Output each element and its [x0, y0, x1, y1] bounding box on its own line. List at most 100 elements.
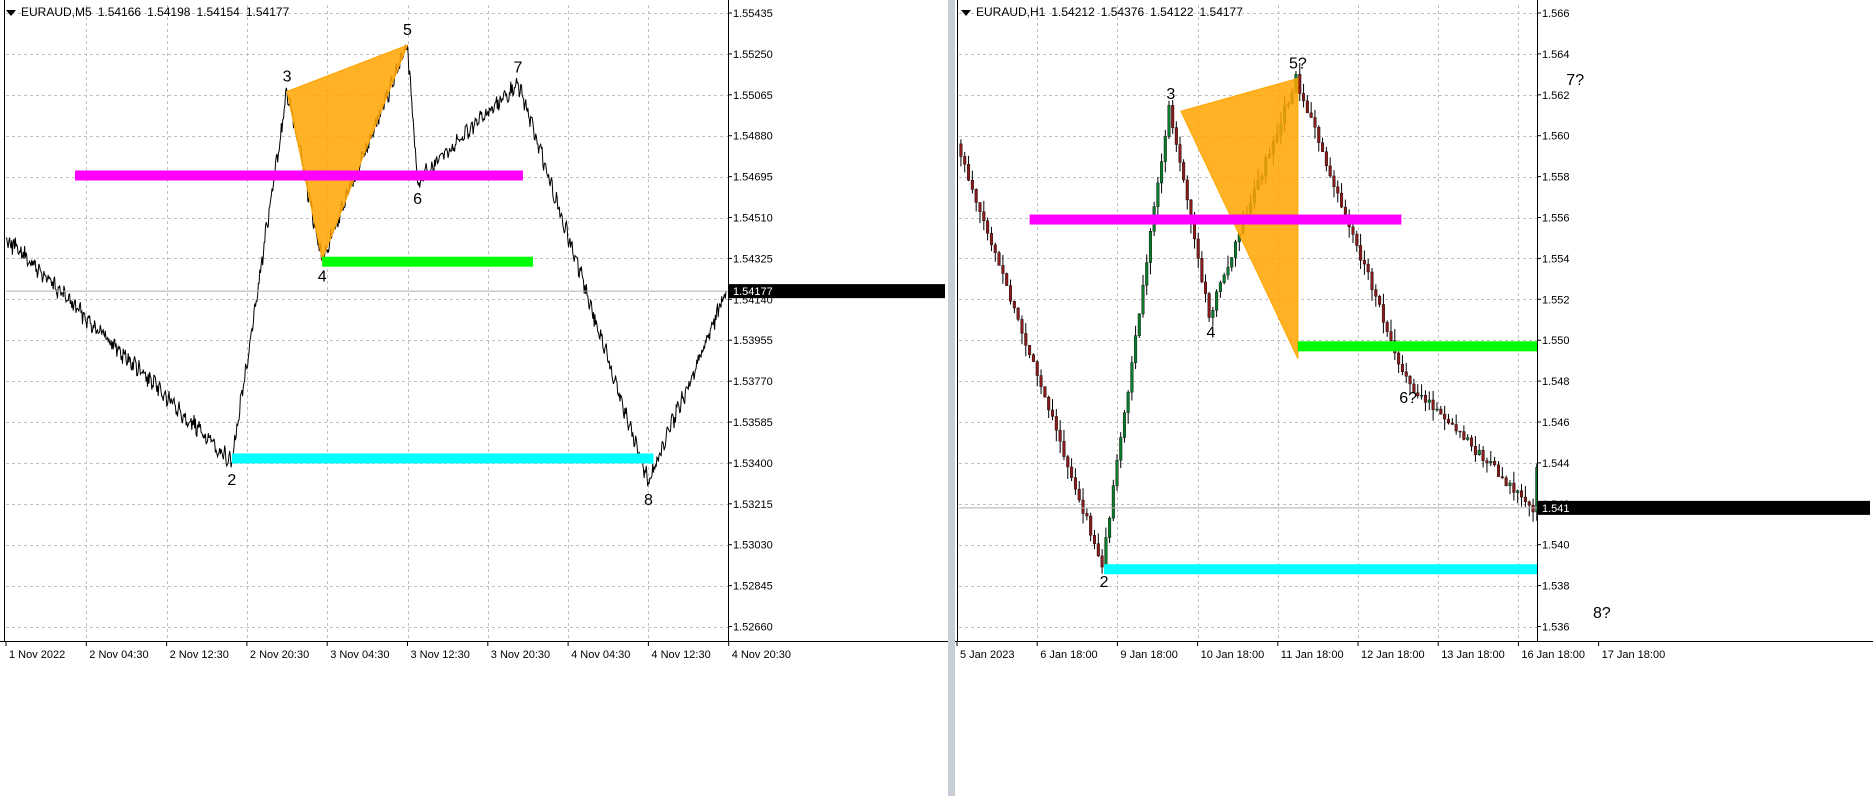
price-chart[interactable]: 1.55435 1.55250 1.55065 1.54880 1.54695 1.545… [0, 0, 948, 796]
candle-body [1174, 127, 1178, 145]
price-tick-label: 1.540 [1542, 540, 1570, 552]
candle-body [997, 252, 1001, 266]
candle-body [1435, 408, 1439, 411]
candle-body [1340, 192, 1344, 208]
candle-body [1309, 112, 1313, 118]
chart-menu-icon[interactable] [6, 9, 16, 16]
price-tick-label: 1.556 [1542, 213, 1570, 225]
price-tick-label: 1.53400 [733, 458, 773, 470]
pattern-point-label: 3 [1166, 86, 1175, 103]
candle-body [1523, 496, 1527, 503]
price-tick-label: 1.55250 [733, 49, 773, 61]
candle-body [1512, 482, 1516, 493]
candle-body [1039, 375, 1043, 387]
pattern-point-label: 8? [1593, 605, 1611, 622]
level-band [231, 453, 654, 464]
symbol-label: EURAUD,H1 [976, 5, 1046, 19]
candle-body [1005, 273, 1009, 286]
candle-body [1185, 179, 1189, 201]
pattern-point-label: 7? [1566, 72, 1584, 89]
candle-body [1378, 296, 1382, 305]
price-tick-label: 1.546 [1542, 417, 1570, 429]
pattern-point-label: 3 [283, 68, 292, 85]
candle-body [1527, 501, 1531, 506]
low-value: 1.54122 [1150, 5, 1194, 19]
candle-body [1203, 281, 1207, 294]
candle-body [1218, 282, 1222, 292]
candle-body [1397, 352, 1401, 365]
time-tick-label: 4 Nov 20:30 [732, 649, 791, 661]
candle-body [1226, 266, 1230, 276]
candle-body [974, 189, 978, 203]
time-tick-label: 16 Jan 18:00 [1521, 649, 1585, 661]
level-band [75, 170, 523, 181]
open-value: 1.54212 [1051, 5, 1095, 19]
price-tick-label: 1.544 [1542, 458, 1570, 470]
chart-menu-icon[interactable] [961, 9, 971, 16]
price-tick-label: 1.53215 [733, 499, 773, 511]
pattern-point-label: 7 [513, 60, 522, 77]
pattern-point-label: 2 [227, 472, 236, 489]
candle-body [1343, 206, 1347, 215]
candle-body [1500, 476, 1504, 479]
candle-body [1163, 136, 1167, 162]
pattern-point-label: 4 [318, 269, 327, 286]
time-tick-label: 4 Nov 12:30 [651, 649, 710, 661]
candle-body [1043, 386, 1047, 398]
current-price-label: 1.54177 [733, 286, 773, 298]
candle-body [1077, 488, 1081, 501]
candle-body [1193, 223, 1197, 240]
chart-background [0, 0, 948, 796]
price-tick-label: 1.558 [1542, 172, 1570, 184]
time-tick-label: 4 Nov 04:30 [571, 649, 630, 661]
candle-body [1081, 499, 1085, 514]
chart-window-euraud-m5[interactable]: EURAUD,M5 1.54166 1.54198 1.54154 1.54177 1.… [0, 0, 948, 796]
candle-body [1473, 446, 1477, 456]
candle-body [1450, 422, 1454, 425]
candle-body [1462, 431, 1466, 440]
price-tick-label: 1.562 [1542, 90, 1570, 102]
candle-body [1466, 437, 1470, 440]
candle-body [1016, 307, 1020, 320]
candle-body [1234, 241, 1238, 258]
price-tick-label: 1.550 [1542, 335, 1570, 347]
candle-body [1328, 165, 1332, 177]
price-tick-label: 1.538 [1542, 581, 1570, 593]
candle-body [1351, 226, 1355, 235]
price-tick-label: 1.52660 [733, 622, 773, 634]
close-value: 1.54177 [1199, 5, 1243, 19]
candle-body [1160, 161, 1164, 184]
candle-body [1531, 504, 1535, 513]
candle-body [1047, 396, 1051, 411]
candle-body [1028, 345, 1032, 355]
candle-body [1454, 424, 1458, 432]
candle-body [1400, 363, 1404, 373]
candle-body [986, 220, 990, 234]
candle-body [1427, 399, 1431, 403]
candle-body [982, 211, 986, 222]
candle-body [1404, 371, 1408, 377]
candle-body [1496, 464, 1500, 477]
candle-body [1009, 285, 1013, 302]
price-tick-label: 1.53030 [733, 540, 773, 552]
candle-body [1431, 399, 1435, 411]
price-chart[interactable]: 1.566 1.564 1.562 1.560 1.558 1.556 1.554 1.552… [955, 0, 1873, 796]
candle-body [1516, 490, 1520, 493]
candle-body [1485, 460, 1489, 464]
candle-body [1355, 234, 1359, 246]
candle-body [1477, 449, 1481, 456]
time-tick-label: 11 Jan 18:00 [1281, 649, 1344, 661]
price-tick-label: 1.54695 [733, 172, 773, 184]
current-price-label: 1.541 [1542, 503, 1570, 515]
window-splitter[interactable] [948, 0, 955, 796]
price-tick-label: 1.566 [1542, 8, 1570, 20]
candle-body [1066, 456, 1070, 468]
chart-window-euraud-h1[interactable]: EURAUD,H1 1.54212 1.54376 1.54122 1.54177 1.… [955, 0, 1873, 796]
candle-body [1020, 319, 1024, 334]
price-tick-label: 1.552 [1542, 294, 1570, 306]
candle-body [1370, 271, 1374, 290]
candle-body [1167, 105, 1171, 137]
candle-body [1100, 555, 1104, 568]
candle-body [1051, 409, 1055, 417]
chart-header: EURAUD,M5 1.54166 1.54198 1.54154 1.54177 [6, 5, 295, 19]
